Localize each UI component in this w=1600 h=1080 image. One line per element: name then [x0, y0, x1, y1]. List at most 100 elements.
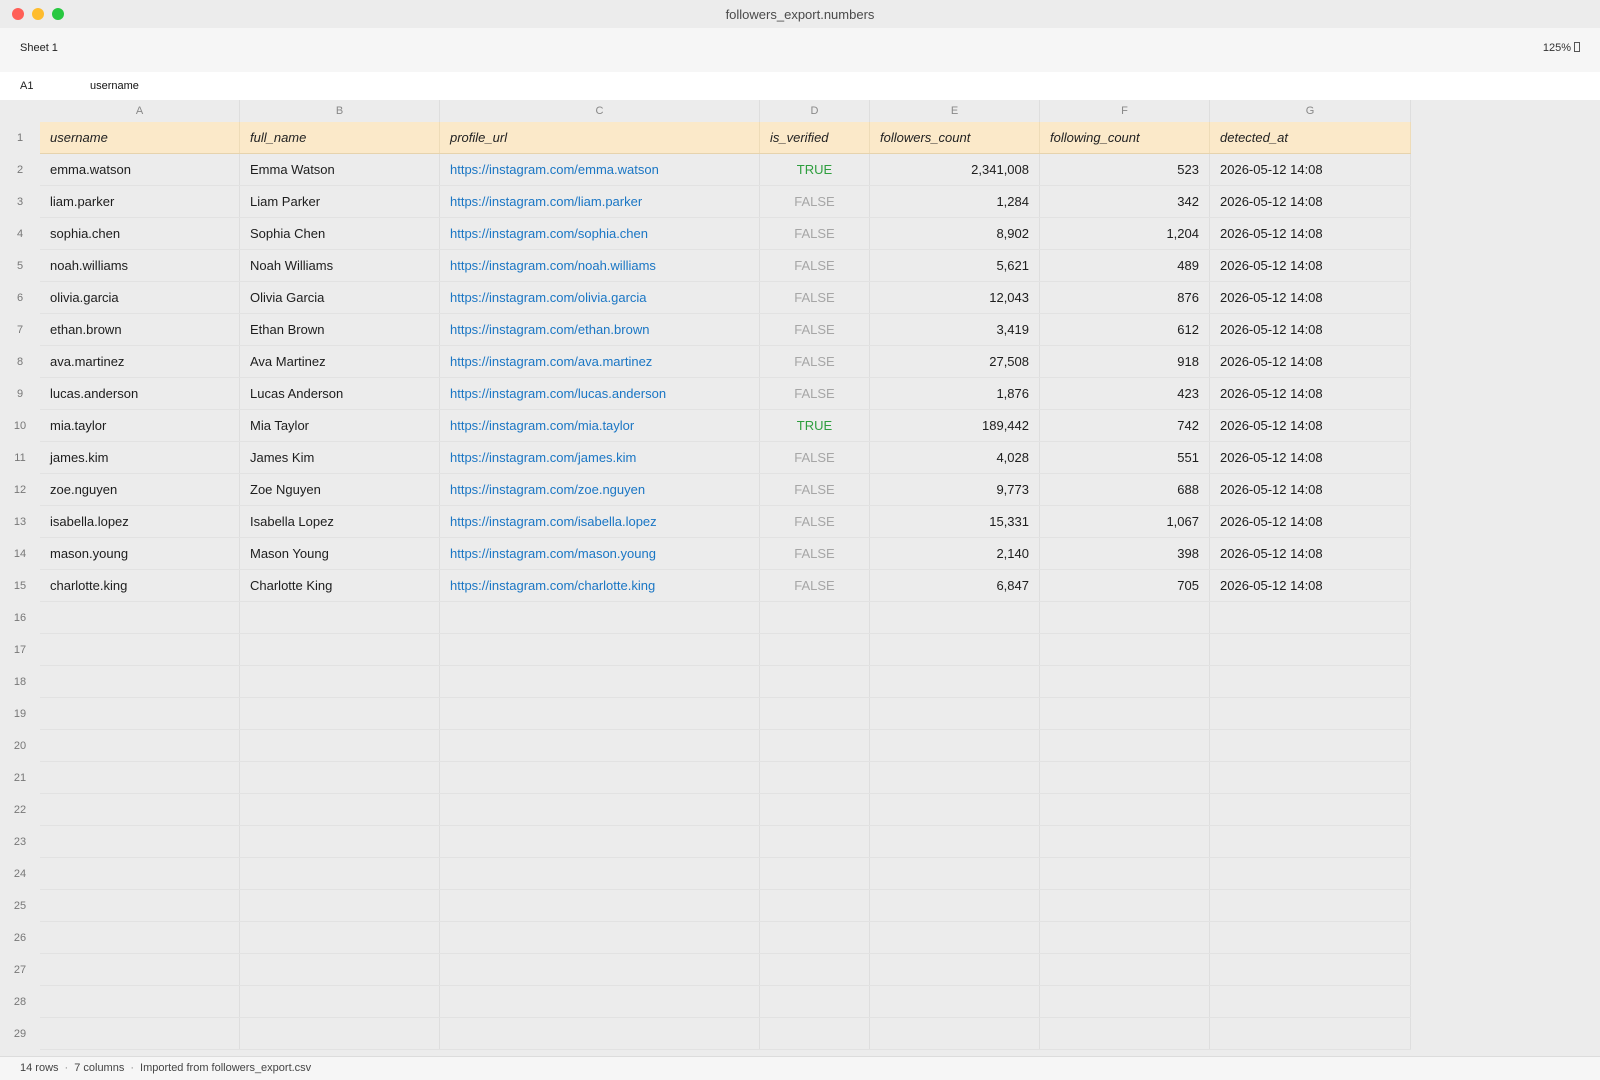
empty-cell[interactable]	[440, 922, 760, 953]
empty-cell[interactable]	[40, 922, 240, 953]
empty-cell[interactable]	[760, 602, 870, 633]
row-number[interactable]: 12	[0, 474, 40, 506]
empty-cell[interactable]	[870, 986, 1040, 1017]
row-number[interactable]: 18	[0, 666, 40, 698]
empty-cell[interactable]	[870, 762, 1040, 793]
empty-cell[interactable]	[440, 602, 760, 633]
empty-cell[interactable]	[40, 634, 240, 665]
row-number[interactable]: 7	[0, 314, 40, 346]
table-cell[interactable]: 2026-05-12 14:08	[1210, 474, 1411, 505]
empty-cell[interactable]	[440, 1018, 760, 1049]
row-number[interactable]: 22	[0, 794, 40, 826]
verified-cell[interactable]: TRUE	[760, 410, 870, 441]
profile-link[interactable]: https://instagram.com/isabella.lopez	[440, 506, 760, 537]
verified-cell[interactable]: FALSE	[760, 282, 870, 313]
empty-cell[interactable]	[870, 858, 1040, 889]
empty-cell[interactable]	[1210, 826, 1411, 857]
table-cell[interactable]: 2,140	[870, 538, 1040, 569]
empty-cell[interactable]	[760, 730, 870, 761]
table-cell[interactable]: Zoe Nguyen	[240, 474, 440, 505]
verified-cell[interactable]: FALSE	[760, 218, 870, 249]
column-header-c[interactable]: C	[440, 100, 760, 122]
empty-cell[interactable]	[1040, 858, 1210, 889]
empty-cell[interactable]	[240, 954, 440, 985]
empty-cell[interactable]	[440, 954, 760, 985]
table-cell[interactable]: 5,621	[870, 250, 1040, 281]
empty-cell[interactable]	[1210, 602, 1411, 633]
table-cell[interactable]: 2026-05-12 14:08	[1210, 570, 1411, 601]
row-number[interactable]: 8	[0, 346, 40, 378]
column-header-g[interactable]: G	[1210, 100, 1411, 122]
empty-cell[interactable]	[870, 666, 1040, 697]
verified-cell[interactable]: FALSE	[760, 250, 870, 281]
table-cell[interactable]: mia.taylor	[40, 410, 240, 441]
profile-link[interactable]: https://instagram.com/charlotte.king	[440, 570, 760, 601]
verified-cell[interactable]: FALSE	[760, 186, 870, 217]
row-number[interactable]: 4	[0, 218, 40, 250]
profile-link[interactable]: https://instagram.com/sophia.chen	[440, 218, 760, 249]
table-cell[interactable]: 2026-05-12 14:08	[1210, 218, 1411, 249]
empty-cell[interactable]	[240, 922, 440, 953]
verified-cell[interactable]: FALSE	[760, 474, 870, 505]
header-cell[interactable]: followers_count	[870, 122, 1040, 153]
profile-link[interactable]: https://instagram.com/lucas.anderson	[440, 378, 760, 409]
table-cell[interactable]: 523	[1040, 154, 1210, 185]
row-number[interactable]: 26	[0, 922, 40, 954]
empty-cell[interactable]	[1210, 762, 1411, 793]
table-cell[interactable]: Ethan Brown	[240, 314, 440, 345]
profile-link[interactable]: https://instagram.com/liam.parker	[440, 186, 760, 217]
profile-link[interactable]: https://instagram.com/james.kim	[440, 442, 760, 473]
row-number[interactable]: 19	[0, 698, 40, 730]
table-cell[interactable]: 2026-05-12 14:08	[1210, 250, 1411, 281]
profile-link[interactable]: https://instagram.com/olivia.garcia	[440, 282, 760, 313]
verified-cell[interactable]: FALSE	[760, 538, 870, 569]
empty-cell[interactable]	[240, 986, 440, 1017]
table-cell[interactable]: 489	[1040, 250, 1210, 281]
empty-cell[interactable]	[1210, 634, 1411, 665]
row-number[interactable]: 13	[0, 506, 40, 538]
empty-cell[interactable]	[440, 794, 760, 825]
table-cell[interactable]: 6,847	[870, 570, 1040, 601]
row-number[interactable]: 15	[0, 570, 40, 602]
empty-cell[interactable]	[870, 922, 1040, 953]
table-cell[interactable]: 918	[1040, 346, 1210, 377]
table-cell[interactable]: ava.martinez	[40, 346, 240, 377]
header-cell[interactable]: username	[40, 122, 240, 153]
empty-cell[interactable]	[1040, 698, 1210, 729]
empty-cell[interactable]	[40, 698, 240, 729]
table-cell[interactable]: 12,043	[870, 282, 1040, 313]
verified-cell[interactable]: FALSE	[760, 506, 870, 537]
zoom-control[interactable]: 125%	[1543, 42, 1580, 54]
table-cell[interactable]: 9,773	[870, 474, 1040, 505]
empty-cell[interactable]	[870, 634, 1040, 665]
table-cell[interactable]: Charlotte King	[240, 570, 440, 601]
profile-link[interactable]: https://instagram.com/mia.taylor	[440, 410, 760, 441]
row-number[interactable]: 1	[0, 122, 40, 154]
empty-cell[interactable]	[1210, 794, 1411, 825]
table-cell[interactable]: 612	[1040, 314, 1210, 345]
empty-cell[interactable]	[1040, 730, 1210, 761]
verified-cell[interactable]: FALSE	[760, 442, 870, 473]
profile-link[interactable]: https://instagram.com/ethan.brown	[440, 314, 760, 345]
column-header-b[interactable]: B	[240, 100, 440, 122]
table-cell[interactable]: mason.young	[40, 538, 240, 569]
table-cell[interactable]: Isabella Lopez	[240, 506, 440, 537]
empty-cell[interactable]	[1210, 954, 1411, 985]
empty-cell[interactable]	[870, 890, 1040, 921]
verified-cell[interactable]: FALSE	[760, 570, 870, 601]
table-cell[interactable]: 551	[1040, 442, 1210, 473]
table-cell[interactable]: 1,876	[870, 378, 1040, 409]
table-cell[interactable]: 742	[1040, 410, 1210, 441]
table-cell[interactable]: Lucas Anderson	[240, 378, 440, 409]
verified-cell[interactable]: FALSE	[760, 346, 870, 377]
empty-cell[interactable]	[760, 634, 870, 665]
empty-cell[interactable]	[440, 858, 760, 889]
table-cell[interactable]: 2026-05-12 14:08	[1210, 538, 1411, 569]
empty-cell[interactable]	[440, 666, 760, 697]
table-cell[interactable]: 2026-05-12 14:08	[1210, 506, 1411, 537]
empty-cell[interactable]	[1040, 890, 1210, 921]
row-number[interactable]: 10	[0, 410, 40, 442]
empty-cell[interactable]	[440, 826, 760, 857]
empty-cell[interactable]	[870, 698, 1040, 729]
empty-cell[interactable]	[40, 954, 240, 985]
